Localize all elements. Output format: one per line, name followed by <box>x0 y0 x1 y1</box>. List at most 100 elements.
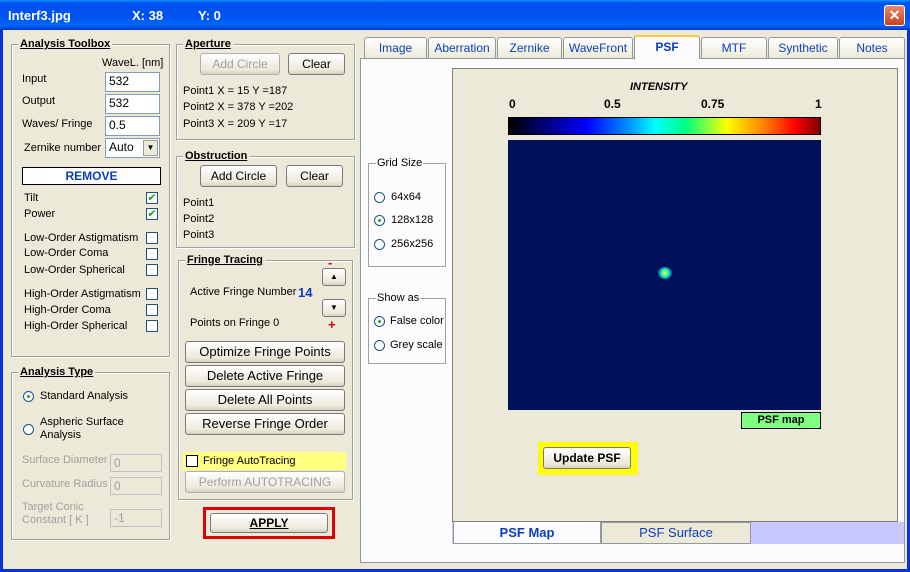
apply-button[interactable]: APPLY <box>210 513 328 533</box>
obstruction-title: Obstruction <box>183 150 250 162</box>
scale-tick-05: 0.5 <box>604 97 621 111</box>
tab-psf[interactable]: PSF <box>634 35 700 59</box>
fringe-tracing-title: Fringe Tracing <box>185 254 265 266</box>
aperture-point1: Point1 X = 15 Y =187 <box>183 85 288 97</box>
tab-psf-map[interactable]: PSF Map <box>453 522 601 544</box>
grey-scale-radio[interactable] <box>374 340 385 351</box>
obstruction-point2: Point2 <box>183 213 215 225</box>
target-conic-label-1: Target Conic <box>22 501 84 513</box>
delete-active-fringe-button[interactable]: Delete Active Fringe <box>185 365 345 387</box>
high-spherical-checkbox[interactable] <box>146 320 158 332</box>
delete-all-points-button[interactable]: Delete All Points <box>185 389 345 411</box>
apply-frame: APPLY <box>203 507 335 539</box>
curvature-radius-field[interactable]: 0 <box>110 477 162 495</box>
window-title: Interf3.jpg <box>8 8 71 23</box>
aperture-clear-button[interactable]: Clear <box>288 53 345 75</box>
reverse-fringe-order-button[interactable]: Reverse Fringe Order <box>185 413 345 435</box>
active-fringe-label: Active Fringe Number <box>190 286 297 298</box>
aperture-title: Aperture <box>183 38 233 50</box>
target-conic-label-2: Constant [ K ] <box>22 514 89 526</box>
show-as-title: Show as <box>376 292 421 304</box>
arrow-down-icon: ▼ <box>330 303 338 312</box>
low-spherical-checkbox[interactable] <box>146 264 158 276</box>
low-spherical-label: Low-Order Spherical <box>24 264 125 276</box>
tilt-checkbox[interactable]: ✔ <box>146 192 158 204</box>
low-coma-checkbox[interactable] <box>146 248 158 260</box>
tab-synthetic[interactable]: Synthetic <box>768 37 838 58</box>
low-astig-checkbox[interactable] <box>146 232 158 244</box>
obstruction-point3: Point3 <box>183 229 215 241</box>
aperture-point3: Point3 X = 209 Y =17 <box>183 118 288 130</box>
fringe-autotracing-label: Fringe AutoTracing <box>203 455 296 467</box>
input-label: Input <box>22 73 47 85</box>
cursor-y-readout: Y: 0 <box>198 8 221 23</box>
zernike-number-select[interactable]: Auto ▼ <box>105 138 160 158</box>
grid-256-radio[interactable] <box>374 239 385 250</box>
tab-mtf[interactable]: MTF <box>701 37 767 58</box>
false-color-radio[interactable] <box>374 316 385 327</box>
fringe-plus-sign: + <box>328 317 336 332</box>
low-astig-label: Low-Order Astigmatism <box>24 232 139 244</box>
waves-fringe-field[interactable]: 0.5 <box>105 116 160 136</box>
high-spherical-label: High-Order Spherical <box>24 320 128 332</box>
psf-spot <box>658 267 672 279</box>
obstruction-point1: Point1 <box>183 197 215 209</box>
chevron-down-icon[interactable]: ▼ <box>143 140 158 156</box>
output-wavelength-field[interactable]: 532 <box>105 94 160 114</box>
title-bar: Interf3.jpg X: 38 Y: 0 ✕ <box>0 0 910 30</box>
surface-diameter-field[interactable]: 0 <box>110 454 162 472</box>
grid-256-label: 256x256 <box>391 238 434 250</box>
grid-64-label: 64x64 <box>391 191 421 203</box>
scale-tick-075: 0.75 <box>701 97 725 111</box>
grid-size-title: Grid Size <box>376 157 424 169</box>
grid-128-radio[interactable] <box>374 215 385 226</box>
tilt-label: Tilt <box>24 192 39 204</box>
points-on-fringe-label: Points on Fringe 0 <box>190 317 280 329</box>
remove-button[interactable]: REMOVE <box>22 167 161 185</box>
target-conic-field[interactable]: -1 <box>110 509 162 527</box>
power-checkbox[interactable]: ✔ <box>146 208 158 220</box>
input-wavelength-field[interactable]: 532 <box>105 72 160 92</box>
grid-64-radio[interactable] <box>374 192 385 203</box>
fringe-up-button[interactable]: ▲ <box>322 268 346 286</box>
update-psf-button[interactable]: Update PSF <box>543 447 631 469</box>
psf-map-canvas[interactable] <box>508 140 821 410</box>
show-as-group: Show as <box>368 292 446 364</box>
tab-psf-surface[interactable]: PSF Surface <box>601 522 751 544</box>
zernike-number-label: Zernike number <box>24 142 102 154</box>
scale-tick-1: 1 <box>815 97 822 111</box>
tab-zernike[interactable]: Zernike <box>497 37 562 58</box>
active-fringe-number: 14 <box>298 285 313 300</box>
psf-map-label: PSF map <box>741 412 821 429</box>
aperture-add-circle-button[interactable]: Add Circle <box>200 53 280 75</box>
intensity-colorbar <box>508 117 821 135</box>
tab-wavefront[interactable]: WaveFront <box>563 37 633 58</box>
standard-analysis-label: Standard Analysis <box>40 390 129 402</box>
close-icon[interactable]: ✕ <box>884 5 905 26</box>
optimize-fringe-points-button[interactable]: Optimize Fringe Points <box>185 341 345 363</box>
fringe-down-button[interactable]: ▼ <box>322 299 346 317</box>
standard-analysis-radio[interactable] <box>23 391 34 402</box>
aspheric-analysis-radio[interactable] <box>23 424 34 435</box>
aperture-point2: Point2 X = 378 Y =202 <box>183 101 294 113</box>
obstruction-clear-button[interactable]: Clear <box>286 165 343 187</box>
obstruction-add-circle-button[interactable]: Add Circle <box>200 165 277 187</box>
high-coma-label: High-Order Coma <box>24 304 111 316</box>
analysis-type-title: Analysis Type <box>18 366 96 378</box>
grey-scale-label: Grey scale <box>390 339 443 351</box>
high-astig-label: High-Order Astigmatism <box>24 288 141 300</box>
perform-autotracing-button[interactable]: Perform AUTOTRACING <box>185 471 345 493</box>
aspheric-label-2: Analysis <box>40 429 81 441</box>
high-coma-checkbox[interactable] <box>146 304 158 316</box>
curvature-radius-label: Curvature Radius <box>22 478 108 490</box>
cursor-x-readout: X: 38 <box>132 8 164 23</box>
tab-notes[interactable]: Notes <box>839 37 905 58</box>
tab-aberration[interactable]: Aberration <box>428 37 496 58</box>
tab-image[interactable]: Image <box>364 37 427 58</box>
high-astig-checkbox[interactable] <box>146 288 158 300</box>
grid-128-label: 128x128 <box>391 214 434 226</box>
wavel-header: WaveL. [nm] <box>102 57 164 69</box>
low-coma-label: Low-Order Coma <box>24 247 109 259</box>
aspheric-label-1: Aspheric Surface <box>40 416 124 428</box>
fringe-autotracing-checkbox[interactable] <box>186 455 198 467</box>
